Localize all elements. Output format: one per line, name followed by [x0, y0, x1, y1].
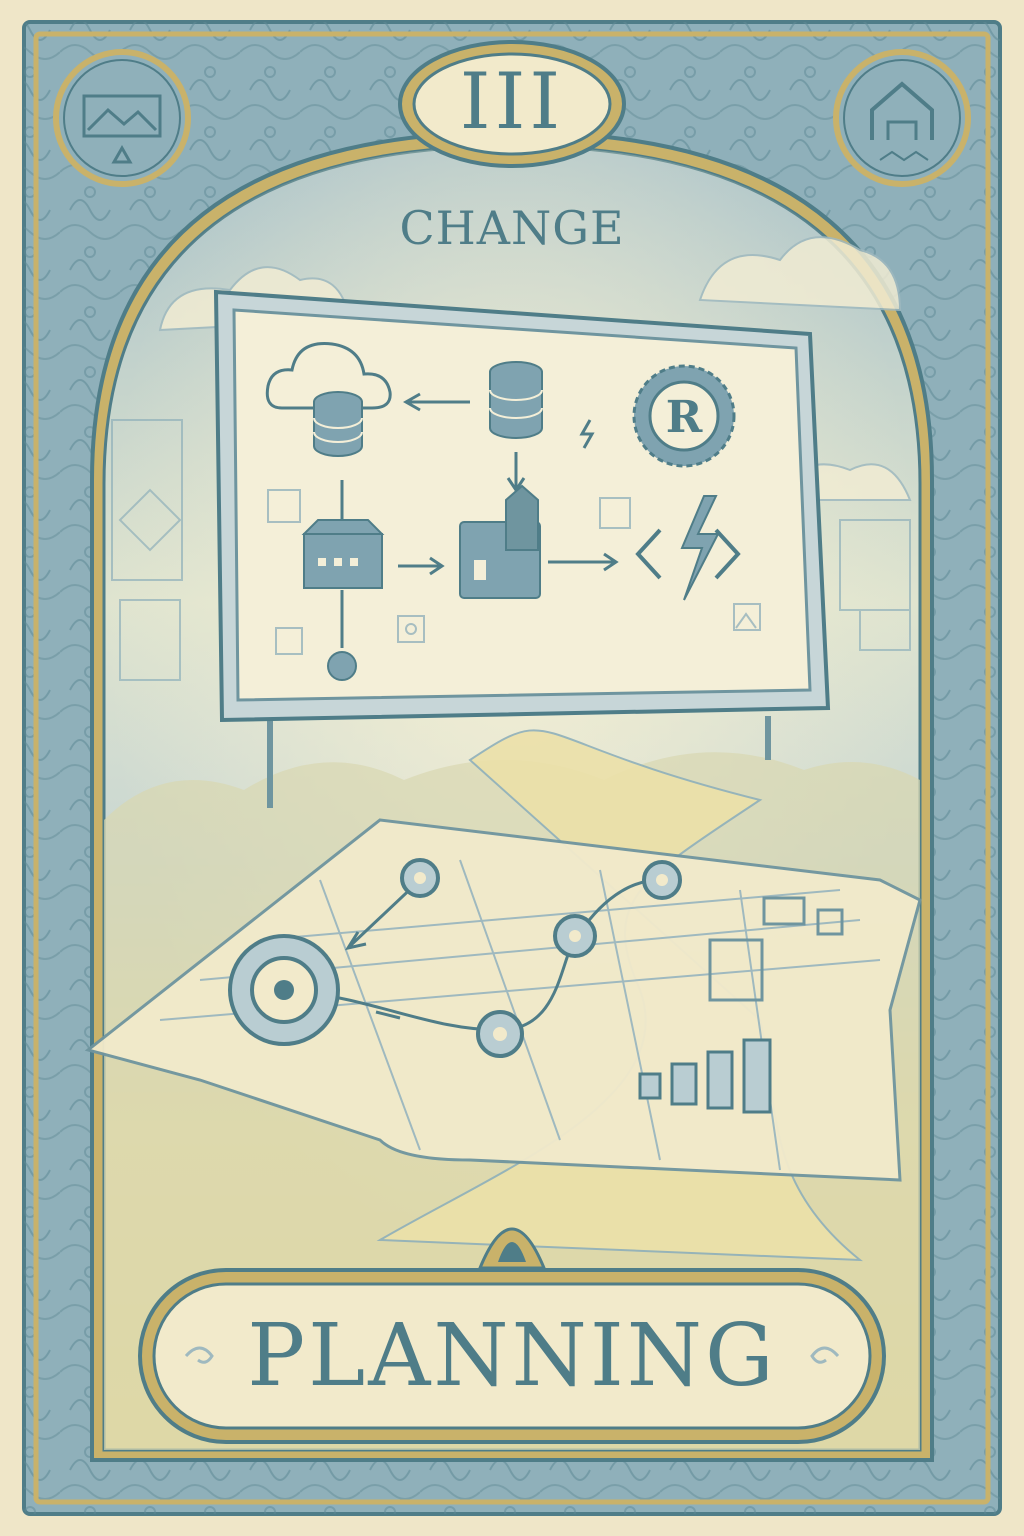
- database-icon: [489, 361, 543, 439]
- database-icon: [313, 391, 363, 457]
- tarot-card: R III CHANGE PLANNING: [0, 0, 1024, 1536]
- card-title: PLANNING: [247, 1306, 777, 1406]
- card-numeral: III: [459, 57, 565, 147]
- svg-text:R: R: [666, 392, 703, 443]
- building-icon: [301, 519, 385, 589]
- target-node: [228, 934, 340, 1046]
- landscape-frame-icon: [53, 49, 191, 187]
- house-icon: [833, 49, 971, 187]
- node-icon: [327, 651, 357, 681]
- rust-gear-icon: R: [632, 364, 736, 468]
- card-subtitle: CHANGE: [399, 201, 625, 255]
